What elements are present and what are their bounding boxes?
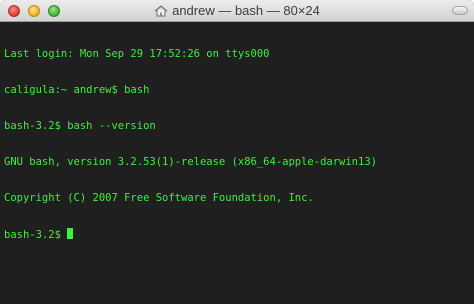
terminal-output[interactable]: Last login: Mon Sep 29 17:52:26 on ttys0… (0, 22, 474, 304)
terminal-line: caligula:~ andrew$ bash (4, 84, 150, 96)
terminal-prompt-line[interactable]: bash-3.2$ (4, 228, 470, 241)
terminal-window: andrew — bash — 80×24 Last login: Mon Se… (0, 0, 474, 304)
title-bar[interactable]: andrew — bash — 80×24 (0, 0, 474, 22)
text-cursor (67, 228, 74, 239)
home-icon (154, 4, 168, 17)
terminal-line: GNU bash, version 3.2.53(1)-release (x86… (4, 156, 377, 168)
terminal-line: bash-3.2$ bash --version (4, 120, 156, 132)
terminal-line: Copyright (C) 2007 Free Software Foundat… (4, 192, 314, 204)
window-title-container: andrew — bash — 80×24 (0, 0, 474, 21)
terminal-line: Last login: Mon Sep 29 17:52:26 on ttys0… (4, 48, 270, 60)
window-title: andrew — bash — 80×24 (172, 3, 320, 18)
toolbar-toggle-button[interactable] (452, 6, 468, 15)
prompt-text: bash-3.2$ (4, 229, 68, 241)
